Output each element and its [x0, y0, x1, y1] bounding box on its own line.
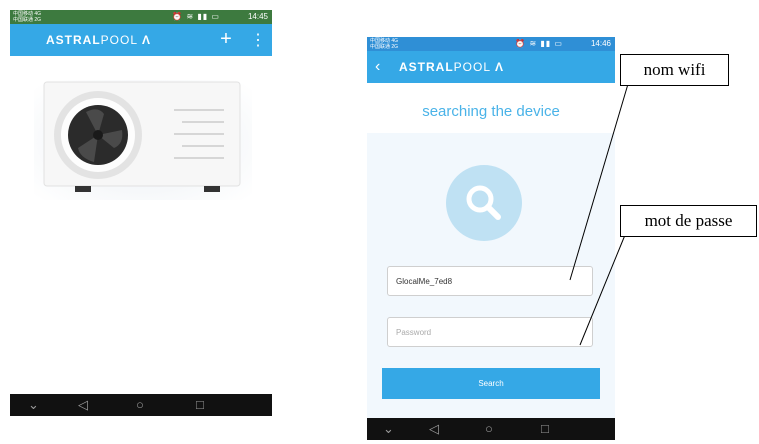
callout-wifi-name: nom wifi: [620, 54, 729, 86]
leader-wifi: [569, 83, 629, 281]
leader-password: [579, 234, 626, 346]
callout-password: mot de passe: [620, 205, 757, 237]
